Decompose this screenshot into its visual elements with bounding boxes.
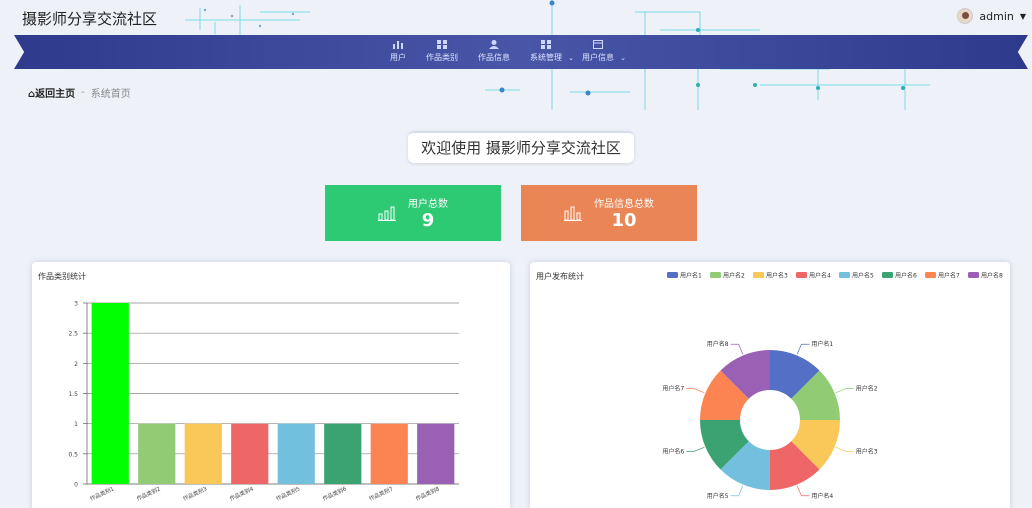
legend-label: 用户名1 — [680, 272, 702, 280]
bar — [417, 423, 455, 484]
nav-label: 系统管理 — [530, 53, 562, 62]
x-tick-label: 作品类别6 — [321, 484, 348, 502]
slice-label: 用户名2 — [856, 385, 878, 393]
x-tick-label: 作品类别3 — [182, 484, 209, 502]
x-tick-label: 作品类别8 — [414, 484, 441, 502]
card-icon — [593, 40, 603, 49]
bar-chart-icon — [564, 206, 582, 221]
label-line — [796, 485, 810, 497]
legend-swatch — [710, 272, 721, 278]
breadcrumb: ⌂返回主页 - 系统首页 — [28, 85, 131, 100]
category-chart-panel: 作品类别统计 0 0.5 1 1.5 2 2.5 3 作品类别1 作品类别2 作品类别3 作品类别4… — [32, 262, 510, 508]
grid-icon — [437, 40, 447, 49]
y-tick-label: 3 — [74, 301, 78, 308]
donut-chart: 用户名1 用户名2 用户名3 用户名4 用户名5 用户名6 用户名7 用户名8 用户名1 用户名2… — [662, 272, 1003, 500]
legend-label: 用户名2 — [723, 272, 745, 280]
slice-label: 用户名1 — [811, 340, 833, 348]
y-tick-label: 1 — [74, 421, 78, 428]
slice-label: 用户名5 — [707, 492, 729, 500]
legend-label: 用户名8 — [981, 272, 1003, 280]
bar-chart-icon — [393, 41, 403, 49]
stat-card-users: 用户总数 9 — [325, 185, 501, 241]
bar — [277, 423, 315, 484]
nav-item-works[interactable]: 作品信息 — [468, 40, 520, 63]
label-line — [730, 485, 744, 497]
grid-icon — [541, 40, 551, 49]
legend-swatch — [882, 272, 893, 278]
legend-swatch — [796, 272, 807, 278]
main-nav: 用户 作品类别 作品信息 系统管理 ⌄ 用户信息 ⌄ — [380, 40, 626, 63]
user-publish-chart-panel: 用户发布统计 用户名1 用户名2 用户名3 用户名4 用户名5 用户名6 用户名7 用户名8 用… — [530, 262, 1010, 508]
x-tick-label: 作品类别4 — [228, 484, 255, 502]
nav-item-system[interactable]: 系统管理 ⌄ — [520, 40, 574, 63]
label-line — [686, 446, 705, 452]
stat-value: 10 — [611, 210, 637, 231]
y-tick-label: 0.5 — [68, 451, 78, 458]
legend-swatch — [925, 272, 936, 278]
slice-label: 用户名6 — [662, 447, 684, 455]
bar — [324, 423, 362, 484]
nav-label: 用户 — [390, 53, 406, 62]
legend-swatch — [839, 272, 850, 278]
slice-label: 用户名8 — [707, 340, 729, 348]
breadcrumb-separator: - — [81, 87, 85, 98]
nav-item-user[interactable]: 用户 — [380, 40, 416, 63]
y-tick-label: 1.5 — [68, 391, 78, 398]
x-tick-label: 作品类别1 — [89, 485, 115, 503]
welcome-banner: 欢迎使用 摄影师分享交流社区 — [408, 131, 634, 163]
legend-label: 用户名7 — [938, 272, 960, 280]
y-tick-label: 0 — [74, 482, 78, 489]
legend-label: 用户名3 — [766, 272, 788, 280]
bar — [370, 423, 408, 484]
slice-label: 用户名7 — [662, 385, 684, 393]
legend-label: 用户名6 — [895, 272, 917, 280]
chevron-down-icon: ⌄ — [620, 54, 626, 62]
breadcrumb-current: 系统首页 — [90, 89, 131, 100]
x-tick-label: 作品类别5 — [275, 484, 302, 502]
y-tick-label: 2 — [74, 361, 78, 368]
bar — [231, 423, 269, 484]
bar — [138, 423, 176, 484]
nav-item-userinfo[interactable]: 用户信息 ⌄ — [572, 40, 626, 63]
nav-label: 用户信息 — [582, 53, 614, 62]
label-line — [730, 343, 744, 355]
x-tick-label: 作品类别7 — [368, 484, 395, 502]
stat-label: 作品信息总数 — [594, 199, 654, 210]
y-tick-label: 2.5 — [68, 331, 78, 338]
breadcrumb-home-label: 返回主页 — [35, 89, 76, 100]
bar — [91, 303, 129, 484]
slice-label: 用户名4 — [811, 492, 833, 500]
legend-swatch — [667, 272, 678, 278]
x-tick-label: 作品类别2 — [135, 485, 161, 503]
label-line — [686, 388, 705, 394]
legend-label: 用户名5 — [852, 272, 874, 280]
nav-label: 作品类别 — [426, 53, 458, 62]
label-line — [796, 343, 810, 355]
bar-chart-icon — [378, 206, 396, 221]
legend-label: 用户名4 — [809, 272, 831, 280]
stat-card-works: 作品信息总数 10 — [521, 185, 697, 241]
breadcrumb-home[interactable]: ⌂返回主页 — [28, 85, 75, 100]
label-line — [835, 388, 854, 394]
person-icon — [489, 40, 499, 49]
legend-swatch — [753, 272, 764, 278]
stat-label: 用户总数 — [408, 199, 448, 210]
nav-label: 作品信息 — [478, 53, 510, 62]
bar-chart: 0 0.5 1 1.5 2 2.5 3 作品类别1 作品类别2 作品类别3 作品类别4 作品类别5 作品… — [68, 301, 459, 503]
legend-swatch — [968, 272, 979, 278]
bar — [184, 423, 222, 484]
slice-label: 用户名3 — [856, 447, 878, 455]
label-line — [835, 446, 854, 452]
stat-value: 9 — [421, 210, 435, 231]
nav-item-category[interactable]: 作品类别 — [416, 40, 468, 63]
